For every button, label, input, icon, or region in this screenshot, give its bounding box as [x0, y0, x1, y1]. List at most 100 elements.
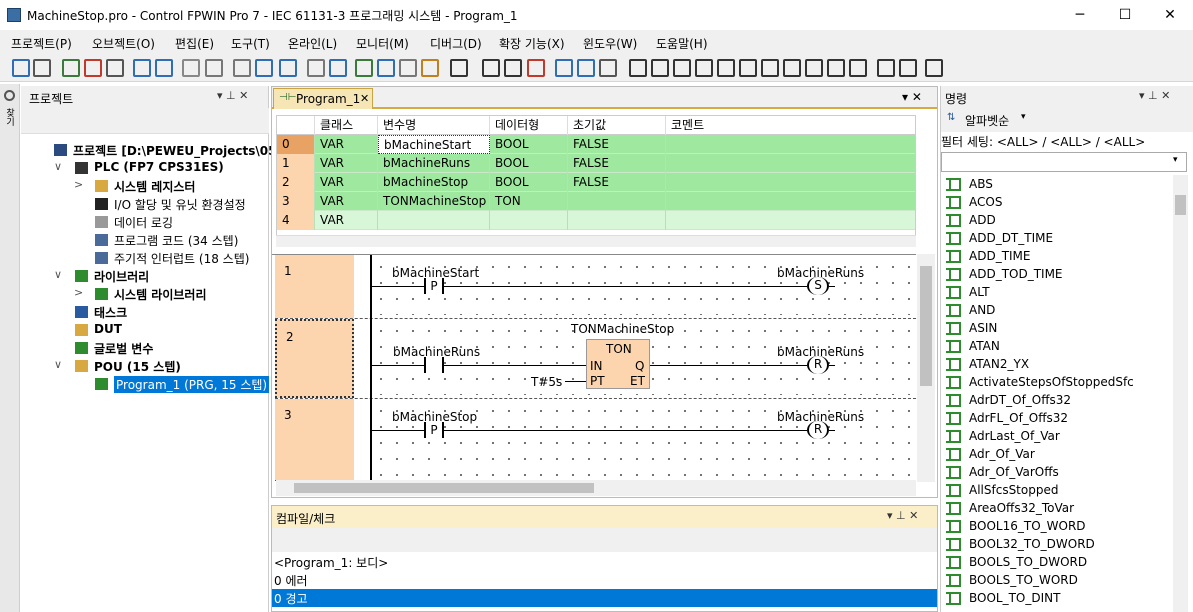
sort-dropdown[interactable]: 알파벳순	[965, 112, 1009, 129]
tree-system-registers[interactable]: 시스템 레지스터	[114, 178, 195, 195]
command-item[interactable]: ACOS	[969, 195, 1002, 209]
tree-system-library[interactable]: 시스템 라이브러리	[114, 286, 207, 303]
var-cell-5[interactable]	[666, 173, 915, 192]
var-cell-2[interactable]	[378, 211, 490, 230]
menu-extensions[interactable]: 확장 기능(X)	[499, 35, 565, 52]
var-table-scrollbar[interactable]	[276, 235, 916, 247]
var-cell-0[interactable]: 1	[277, 154, 315, 173]
var-cell-4[interactable]	[568, 211, 666, 230]
command-scroll-thumb[interactable]	[1175, 195, 1186, 215]
contact-symbol[interactable]: P	[424, 278, 444, 294]
tab-program-1[interactable]: ⊣⊢ Program_1 ✕	[273, 88, 373, 109]
toolbar-button-22[interactable]	[555, 59, 573, 77]
command-item[interactable]: BOOL_TO_DINT	[969, 591, 1060, 605]
var-cell-4[interactable]: FALSE	[568, 135, 666, 154]
var-cell-1[interactable]: VAR	[315, 211, 378, 230]
toolbar-button-17[interactable]	[421, 59, 439, 77]
toolbar-button-0[interactable]	[12, 59, 30, 77]
toolbar-button-29[interactable]	[717, 59, 735, 77]
tree-expander-1[interactable]: ∨	[54, 160, 62, 173]
var-cell-1[interactable]: VAR	[315, 173, 378, 192]
var-table-row[interactable]: 3 VAR TONMachineStop TON	[277, 192, 915, 211]
toolbar-button-31[interactable]	[761, 59, 779, 77]
var-cell-3[interactable]: TON	[490, 192, 568, 211]
menu-tools[interactable]: 도구(T)	[231, 35, 270, 52]
command-item[interactable]: ALT	[969, 285, 990, 299]
var-cell-5[interactable]	[666, 135, 915, 154]
command-item[interactable]: AND	[969, 303, 995, 317]
menu-monitor[interactable]: 모니터(M)	[356, 35, 409, 52]
var-cell-1[interactable]: VAR	[315, 154, 378, 173]
var-cell-2[interactable]: bMachineStart	[378, 135, 490, 154]
var-cell-3[interactable]: BOOL	[490, 154, 568, 173]
menu-help[interactable]: 도움말(H)	[656, 35, 708, 52]
toolbar-button-37[interactable]	[899, 59, 917, 77]
command-list-scrollbar[interactable]	[1173, 175, 1188, 612]
toolbar-button-26[interactable]	[651, 59, 669, 77]
compile-line-warnings[interactable]: 0 경고	[274, 590, 308, 607]
command-item[interactable]: BOOL16_TO_WORD	[969, 519, 1086, 533]
fb-instance-name[interactable]: TONMachineStop	[571, 322, 674, 336]
toolbar-button-5[interactable]	[133, 59, 151, 77]
toolbar-button-11[interactable]	[279, 59, 297, 77]
var-cell-0[interactable]: 2	[277, 173, 315, 192]
toolbar-button-15[interactable]	[377, 59, 395, 77]
toolbar-button-34[interactable]	[827, 59, 845, 77]
var-col-header-1[interactable]: 클래스	[315, 116, 378, 135]
compile-selected-row[interactable]: 0 경고	[272, 589, 937, 607]
ladder-network-3[interactable]: 3 bMachineStop PbMachineRuns R	[275, 399, 916, 481]
editor-pane-tools[interactable]: ▾ ✕	[902, 90, 922, 104]
toolbar-button-16[interactable]	[399, 59, 417, 77]
menu-window[interactable]: 윈도우(W)	[583, 35, 637, 52]
tree-plc[interactable]: PLC (FP7 CPS31ES)	[94, 160, 224, 174]
toolbar-button-12[interactable]	[307, 59, 325, 77]
toolbar-button-1[interactable]	[33, 59, 51, 77]
var-col-header-0[interactable]	[277, 116, 315, 135]
command-item[interactable]: AdrFL_Of_Offs32	[969, 411, 1068, 425]
tree-io-allocation[interactable]: I/O 할당 및 유닛 환경설정	[114, 196, 246, 213]
var-table-row[interactable]: 1 VAR bMachineRuns BOOL FALSE	[277, 154, 915, 173]
command-item[interactable]: ATAN2_YX	[969, 357, 1029, 371]
contact-symbol[interactable]: P	[424, 422, 444, 438]
ladder-network-2[interactable]: 2 bMachineRuns TONMachineStop TON IN PT Q ET T#5…	[275, 319, 916, 399]
toolbar-button-30[interactable]	[739, 59, 757, 77]
var-cell-1[interactable]: VAR	[315, 135, 378, 154]
coil-symbol[interactable]: S	[807, 277, 829, 295]
var-col-header-3[interactable]: 데이터형	[490, 116, 568, 135]
command-item[interactable]: BOOL32_TO_DWORD	[969, 537, 1095, 551]
command-search-input[interactable]: ▾	[941, 152, 1187, 172]
var-cell-4[interactable]: FALSE	[568, 173, 666, 192]
menu-project[interactable]: 프로젝트(P)	[11, 35, 72, 52]
tree-program-1[interactable]: Program_1 (PRG, 15 스텝)	[114, 376, 270, 393]
toolbar-button-10[interactable]	[255, 59, 273, 77]
toolbar-button-27[interactable]	[673, 59, 691, 77]
toolbar-button-7[interactable]	[182, 59, 200, 77]
ton-function-block[interactable]: TONMachineStop TON IN PT Q ET	[571, 322, 674, 389]
toolbar-button-35[interactable]	[849, 59, 867, 77]
toolbar-button-9[interactable]	[233, 59, 251, 77]
toolbar-button-36[interactable]	[877, 59, 895, 77]
ladder-vscroll-thumb[interactable]	[920, 266, 932, 386]
tree-tasks[interactable]: 태스크	[94, 304, 127, 321]
network-number[interactable]: 1	[275, 255, 354, 318]
coil-symbol[interactable]: R	[807, 356, 829, 374]
chevron-down-icon[interactable]: ▾	[1173, 155, 1178, 165]
var-cell-2[interactable]: bMachineRuns	[378, 154, 490, 173]
var-table-row[interactable]: 2 VAR bMachineStop BOOL FALSE	[277, 173, 915, 192]
command-item[interactable]: ActivateStepsOfStoppedSfc	[969, 375, 1134, 389]
command-panel-tools[interactable]: ▾ ⊥ ✕	[1139, 89, 1170, 102]
search-side-tab[interactable]: 찾기	[0, 84, 20, 612]
toolbar-button-23[interactable]	[577, 59, 595, 77]
compile-panel-tools[interactable]: ▾ ⊥ ✕	[887, 509, 918, 522]
ladder-hscroll-thumb[interactable]	[294, 483, 594, 493]
toolbar-button-28[interactable]	[695, 59, 713, 77]
tree-libraries[interactable]: 라이브러리	[94, 268, 149, 285]
menu-object[interactable]: 오브젝트(O)	[92, 35, 155, 52]
tree-expander-7[interactable]: ∨	[54, 268, 62, 281]
command-item[interactable]: Adr_Of_Var	[969, 447, 1035, 461]
toolbar-button-19[interactable]	[482, 59, 500, 77]
coil-symbol[interactable]: R	[807, 421, 829, 439]
tree-dut[interactable]: DUT	[94, 322, 122, 336]
tree-expander-8[interactable]: >	[74, 286, 83, 299]
command-item[interactable]: ATAN	[969, 339, 1000, 353]
